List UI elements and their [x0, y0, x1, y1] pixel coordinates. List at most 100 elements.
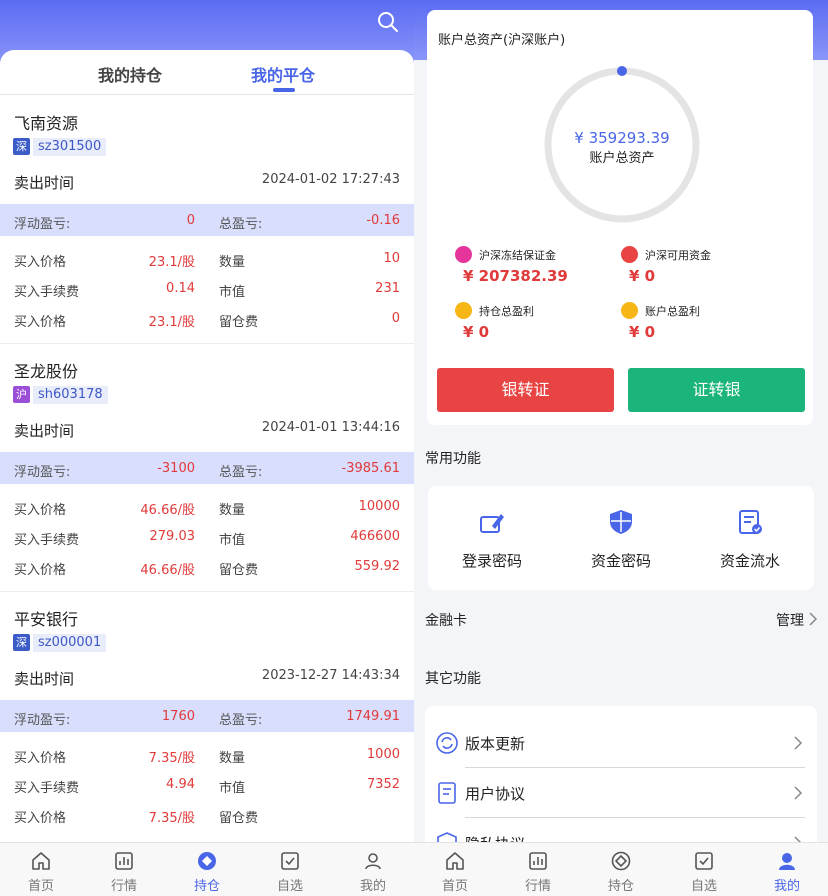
stock-card[interactable]: 飞南资源 深 sz301500 卖出时间 2024-01-02 17:27:43… [0, 96, 414, 344]
tabbar-item-home[interactable]: 首页 [414, 843, 496, 896]
bottom-tabbar: 首页 行情 持仓 自选 我的 [0, 842, 414, 896]
detail-row: 买入价格 23.1/股 留仓费 0 [0, 311, 414, 331]
tabbar-item-home[interactable]: 首页 [0, 843, 82, 896]
detail-value: 7.35/股 [148, 751, 195, 766]
market-badge: 深 [13, 138, 30, 155]
position-tabs: 我的持仓 我的平仓 [0, 50, 414, 95]
detail-row: 买入手续费 279.03 市值 466600 [0, 529, 414, 549]
detail-value: 466600 [350, 529, 400, 544]
detail-row: 买入手续费 4.94 市值 7352 [0, 777, 414, 797]
login-password-button[interactable]: 登录密码 [428, 486, 556, 590]
tabbar-item-holdings[interactable]: 持仓 [580, 843, 662, 896]
tabbar-label: 自选 [690, 879, 717, 894]
manage-link[interactable]: 管理 [776, 610, 804, 630]
ledger-icon [739, 510, 762, 534]
tabbar-label: 我的 [773, 879, 800, 894]
tabbar-item-watchlist[interactable]: 自选 [249, 843, 331, 896]
sell-time-value: 2023-12-27 14:43:34 [261, 668, 400, 683]
metric-value: ¥ 0 [629, 267, 656, 285]
tabbar-item-market[interactable]: 行情 [83, 843, 165, 896]
home-icon [32, 852, 50, 870]
detail-label: 买入手续费 [14, 285, 80, 300]
detail-label: 买入手续费 [14, 781, 80, 796]
detail-row: 买入手续费 0.14 市值 231 [0, 281, 414, 301]
watchlist-icon [695, 852, 713, 870]
tabbar-item-mine[interactable]: 我的 [332, 843, 414, 896]
metric-account-profit: 账户总盈利 ¥ 0 [621, 302, 791, 348]
search-icon[interactable] [376, 10, 400, 34]
stock-card[interactable]: 平安银行 深 sz000001 卖出时间 2023-12-27 14:43:34… [0, 592, 414, 840]
detail-row: 买入价格 46.66/股 留仓费 559.92 [0, 559, 414, 579]
stock-code: sz301500 [33, 138, 107, 156]
float-pnl-value: -3100 [157, 461, 195, 476]
detail-value: 559.92 [354, 559, 401, 574]
detail-value: 0 [391, 311, 400, 326]
wallet-icon [621, 246, 638, 263]
metric-label: 沪深可用资金 [645, 249, 711, 262]
tabbar-label: 行情 [524, 879, 551, 894]
detail-row: 买入价格 23.1/股 数量 10 [0, 251, 414, 271]
tabbar-label: 持仓 [193, 879, 220, 894]
detail-label: 市值 [219, 533, 246, 548]
tab-my-closed[interactable]: 我的平仓 [213, 62, 353, 86]
stock-card[interactable]: 圣龙股份 沪 sh603178 卖出时间 2024-01-01 13:44:16… [0, 344, 414, 592]
shield-icon [610, 510, 632, 534]
tabbar-item-mine[interactable]: 我的 [746, 843, 828, 896]
metric-margin: 沪深冻结保证金 ¥ 207382.39 [455, 246, 625, 292]
float-pnl-label: 浮动盈亏: [14, 713, 71, 728]
function-label: 资金流水 [719, 552, 780, 570]
tabbar-item-holdings[interactable]: 持仓 [166, 843, 248, 896]
bottom-tabbar: 首页 行情 持仓 自选 我的 [414, 842, 828, 896]
detail-label: 买入价格 [14, 315, 67, 330]
function-label: 资金密码 [590, 552, 651, 570]
float-pnl-value: 1760 [161, 709, 195, 724]
tabbar-item-market[interactable]: 行情 [497, 843, 579, 896]
detail-label: 留仓费 [219, 315, 259, 330]
user-agreement-row[interactable]: 用户协议 [425, 768, 817, 818]
detail-label: 数量 [219, 255, 246, 270]
margin-icon [455, 246, 472, 263]
securities-to-bank-button[interactable]: 证转银 [628, 368, 805, 412]
detail-label: 买入价格 [14, 563, 67, 578]
tabbar-label: 首页 [441, 879, 468, 894]
finance-card-row[interactable]: 金融卡 管理 [414, 600, 828, 636]
tabbar-label: 持仓 [607, 879, 634, 894]
detail-label: 留仓费 [219, 811, 259, 826]
sell-time-label: 卖出时间 [14, 174, 75, 192]
float-pnl-value: 0 [186, 213, 195, 228]
detail-value: 10 [383, 251, 400, 266]
detail-label: 买入手续费 [14, 533, 80, 548]
tab-my-holdings[interactable]: 我的持仓 [60, 62, 200, 86]
metric-holding-profit: 持仓总盈利 ¥ 0 [455, 302, 625, 348]
closed-positions-screen: 我的持仓 我的平仓 飞南资源 深 sz301500 卖出时间 2024-01-0… [0, 0, 414, 896]
other-functions-title: 其它功能 [425, 671, 481, 687]
detail-value: 7.35/股 [148, 811, 195, 826]
detail-value: 0.14 [166, 281, 195, 296]
detail-label: 数量 [219, 751, 246, 766]
tabbar-item-watchlist[interactable]: 自选 [663, 843, 745, 896]
stock-code: sz000001 [33, 634, 107, 652]
detail-value: 23.1/股 [148, 255, 195, 270]
function-label: 登录密码 [461, 552, 522, 570]
detail-value: 4.94 [166, 777, 195, 792]
user-icon [365, 853, 381, 870]
asset-title: 账户总资产(沪深账户) [438, 33, 566, 48]
refresh-icon [436, 732, 458, 754]
account-screen: 账户总资产(沪深账户) ¥ 359293.39 账户总资产 沪深冻结保证金 ¥ … [414, 0, 828, 896]
holdings-icon [611, 851, 631, 871]
fund-password-button[interactable]: 资金密码 [557, 486, 685, 590]
bank-to-securities-button[interactable]: 银转证 [437, 368, 614, 412]
active-tab-indicator [273, 88, 295, 92]
metric-label: 沪深冻结保证金 [479, 249, 556, 262]
pnl-band: 浮动盈亏: 0 总盈亏: -0.16 [0, 204, 414, 236]
detail-label: 买入价格 [14, 503, 67, 518]
detail-label: 买入价格 [14, 751, 67, 766]
detail-value: 279.03 [149, 529, 196, 544]
sell-time-value: 2024-01-01 13:44:16 [261, 420, 400, 435]
stock-name: 平安银行 [14, 610, 79, 629]
detail-label: 市值 [219, 781, 246, 796]
tabbar-label: 行情 [110, 879, 137, 894]
total-pnl-label: 总盈亏: [219, 217, 263, 232]
version-update-row[interactable]: 版本更新 [425, 718, 817, 768]
fund-flow-button[interactable]: 资金流水 [686, 486, 814, 590]
